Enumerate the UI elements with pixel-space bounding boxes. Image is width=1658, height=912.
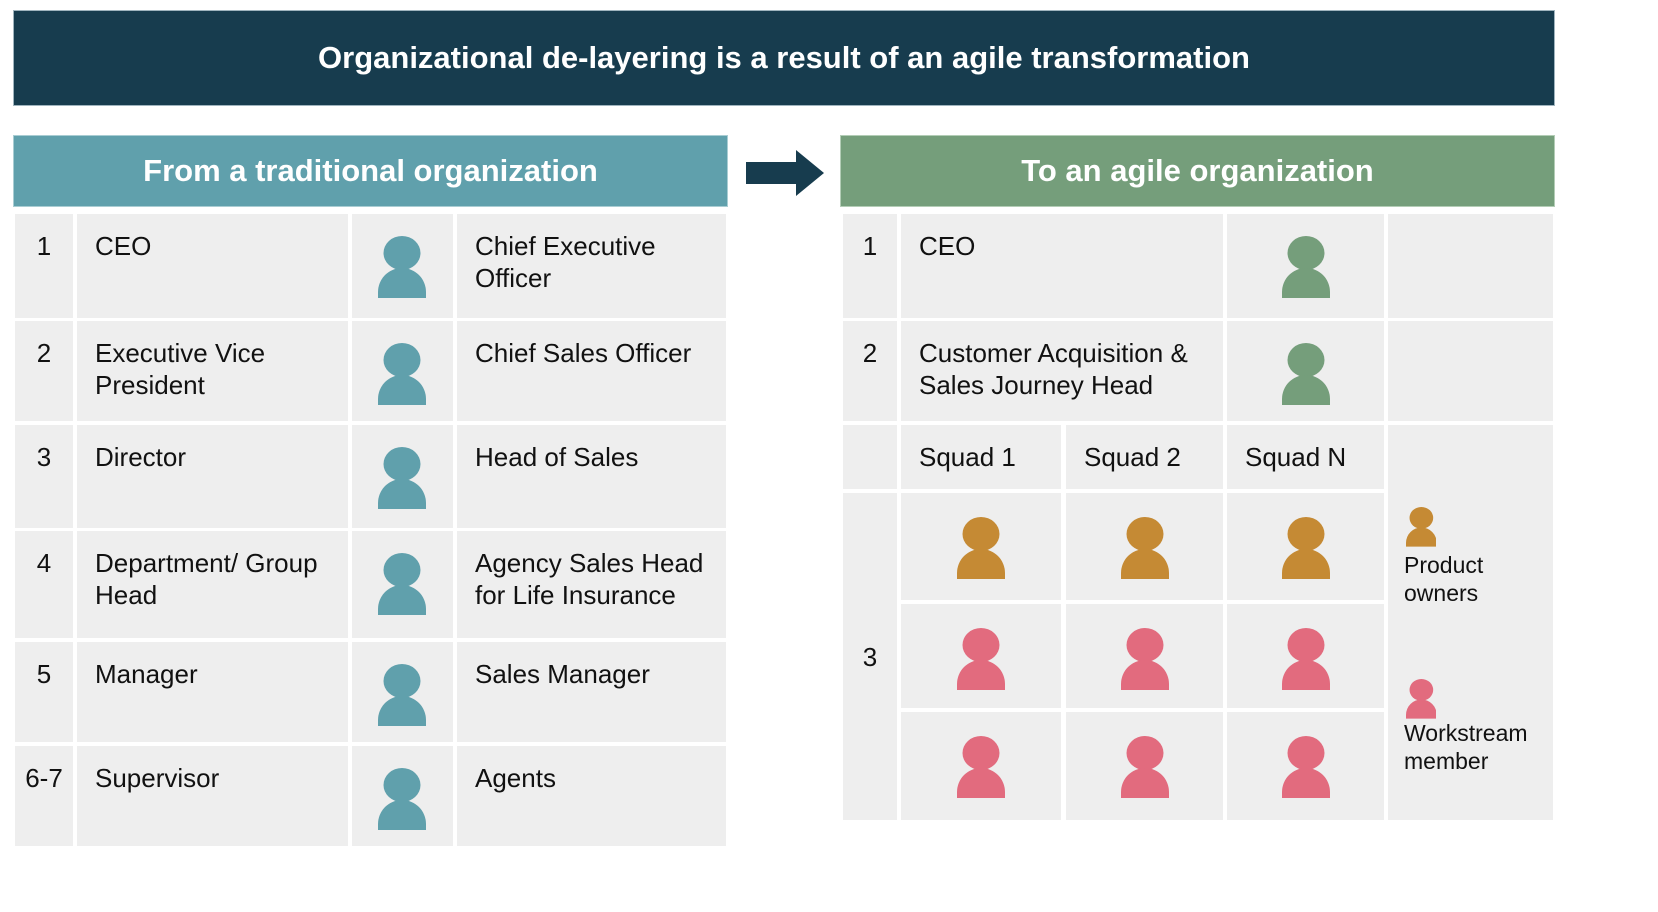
person-icon xyxy=(378,768,426,830)
squad-header: Squad 2 xyxy=(1066,425,1223,489)
product-owner-icon xyxy=(1281,517,1330,579)
workstream-member-icon xyxy=(1281,736,1330,798)
role-label: Manager xyxy=(77,642,348,742)
role-label: Supervisor xyxy=(77,746,348,846)
level-number: 6-7 xyxy=(15,746,73,846)
product-owner-legend-icon xyxy=(1405,507,1437,547)
job-title: Sales Manager xyxy=(457,642,726,742)
person-icon xyxy=(1282,236,1330,298)
level-number: 2 xyxy=(15,321,73,421)
level-number: 2 xyxy=(843,321,897,421)
arrow-right-icon xyxy=(746,150,824,196)
job-title: Agency Sales Head for Life Insurance xyxy=(457,531,726,638)
job-title: Agents xyxy=(457,746,726,846)
level-number: 4 xyxy=(15,531,73,638)
legend-label: Product owners xyxy=(1404,552,1484,606)
level-number: 3 xyxy=(15,425,73,528)
legend-label: Workstream member xyxy=(1404,720,1528,774)
role-label: Department/ Group Head xyxy=(77,531,348,638)
role-label: CEO xyxy=(901,214,1223,318)
level-number: 1 xyxy=(843,214,897,318)
product-owner-icon xyxy=(957,517,1005,579)
level-number: 3 xyxy=(843,493,897,820)
person-icon xyxy=(378,664,426,726)
level-number: 5 xyxy=(15,642,73,742)
person-icon xyxy=(378,343,426,405)
page-title: Organizational de-layering is a result o… xyxy=(13,10,1555,106)
empty-cell xyxy=(1388,321,1553,421)
workstream-member-icon xyxy=(957,628,1005,690)
empty-cell xyxy=(1388,214,1553,318)
workstream-member-icon xyxy=(1120,628,1169,690)
role-label: Executive Vice President xyxy=(77,321,348,421)
empty-cell xyxy=(843,425,897,489)
traditional-header: From a traditional organization xyxy=(13,135,728,207)
product-owner-icon xyxy=(1120,517,1169,579)
agile-header: To an agile organization xyxy=(840,135,1555,207)
job-title: Head of Sales xyxy=(457,425,726,528)
role-label: Customer Acquisition & Sales Journey Hea… xyxy=(901,321,1223,421)
squad-header: Squad 1 xyxy=(901,425,1061,489)
level-number: 1 xyxy=(15,214,73,318)
workstream-member-legend-icon xyxy=(1405,679,1437,719)
squad-header: Squad N xyxy=(1227,425,1384,489)
role-label: CEO xyxy=(77,214,348,318)
person-icon xyxy=(378,236,426,298)
person-icon xyxy=(378,447,426,509)
job-title: Chief Executive Officer xyxy=(457,214,726,318)
workstream-member-icon xyxy=(1120,736,1169,798)
workstream-member-icon xyxy=(1281,628,1330,690)
person-icon xyxy=(378,553,426,615)
role-label: Director xyxy=(77,425,348,528)
job-title: Chief Sales Officer xyxy=(457,321,726,421)
person-icon xyxy=(1282,343,1330,405)
workstream-member-icon xyxy=(957,736,1005,798)
